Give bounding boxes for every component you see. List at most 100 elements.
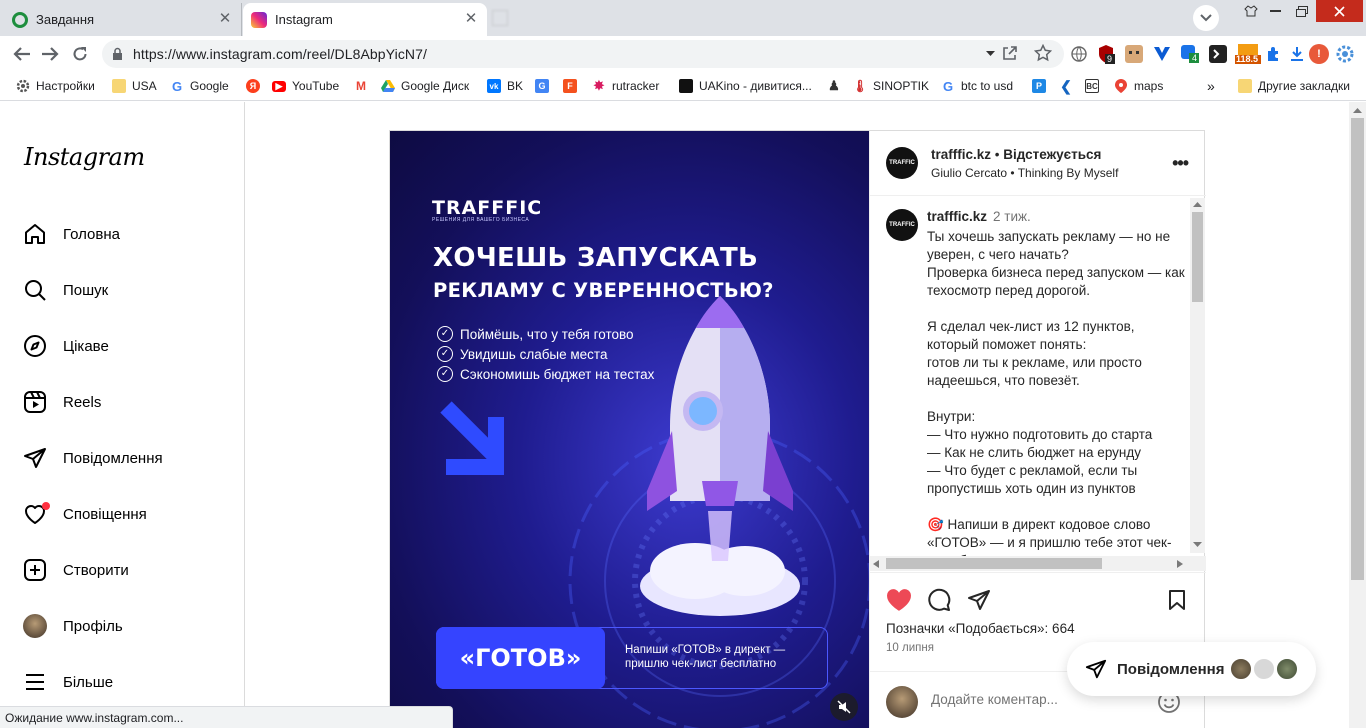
bookmark-rutracker[interactable]: ✸ rutracker: [592, 78, 660, 94]
like-heart-icon[interactable]: [886, 587, 912, 613]
caption-vertical-scrollbar[interactable]: [1190, 198, 1205, 553]
close-tab-icon[interactable]: ✕: [217, 11, 233, 27]
compass-icon: [23, 334, 47, 358]
maximize-button[interactable]: [1287, 0, 1317, 22]
likes-count[interactable]: Позначки «Подобається»: 664: [886, 621, 1075, 636]
bookmarks-more-button[interactable]: »: [1207, 78, 1215, 94]
messages-label: Повідомлення: [1117, 660, 1225, 678]
folder-icon: [1238, 79, 1252, 93]
bookmark-label: Настройки: [36, 79, 95, 93]
bookmark-google[interactable]: G Google: [170, 78, 229, 94]
bookmark-maps[interactable]: maps: [1114, 78, 1163, 94]
caption-time: 2 тиж.: [993, 209, 1031, 224]
mute-icon[interactable]: [830, 693, 858, 721]
author-avatar[interactable]: TRAFFIC: [886, 147, 918, 179]
tab-tasks[interactable]: Завдання ✕: [0, 3, 242, 36]
messenger-icon: [1085, 658, 1107, 680]
close-tab-icon[interactable]: ✕: [463, 11, 479, 27]
share-icon[interactable]: [1002, 45, 1018, 61]
comment-icon[interactable]: [926, 587, 952, 613]
bookmark-p[interactable]: P: [1032, 78, 1046, 94]
heart-icon: [23, 502, 50, 526]
save-bookmark-icon[interactable]: [1164, 587, 1190, 613]
scrollbar-thumb[interactable]: [886, 558, 1102, 569]
follow-state-button[interactable]: Відстежується: [1003, 147, 1101, 162]
more-options-icon[interactable]: •••: [1172, 153, 1189, 174]
bookmark-app[interactable]: F: [563, 78, 577, 94]
nav-notifications[interactable]: Сповіщення: [23, 500, 147, 528]
instagram-logo[interactable]: Instagram: [24, 143, 145, 171]
author-username[interactable]: trafffic.kz: [931, 147, 991, 162]
bookmark-settings[interactable]: Настройки: [16, 78, 95, 94]
bookmark-label: btc to usd: [961, 79, 1014, 93]
tab-search-chevron-down-icon[interactable]: [1193, 5, 1219, 31]
profile-update-icon[interactable]: !: [1309, 44, 1329, 64]
new-tab-button[interactable]: [492, 9, 508, 27]
nav-home[interactable]: Головна: [23, 220, 120, 248]
bookmark-star-icon[interactable]: [1034, 44, 1052, 62]
minimize-button[interactable]: [1260, 0, 1290, 22]
nav-create[interactable]: Створити: [23, 556, 129, 584]
url-text[interactable]: https://www.instagram.com/reel/DL8AbpYic…: [133, 46, 427, 62]
face-extension-icon[interactable]: [1124, 44, 1144, 64]
bookmark-youtube[interactable]: ▶ YouTube: [272, 78, 339, 94]
bookmark-chess[interactable]: ♟: [827, 78, 841, 94]
bookmark-label: USA: [132, 79, 157, 93]
yandex-shield-extension-icon[interactable]: 9: [1096, 44, 1116, 64]
sync-extension-icon[interactable]: 4: [1180, 44, 1200, 64]
bookmark-yandex[interactable]: Я: [246, 78, 260, 94]
comment-input[interactable]: Додайте коментар...: [931, 692, 1058, 707]
bookmark-vk[interactable]: vk BK: [487, 78, 523, 94]
bookmark-uakino[interactable]: UAKino - дивитися...: [679, 78, 812, 94]
nav-messages[interactable]: Повідомлення: [23, 444, 163, 472]
messages-floating-button[interactable]: Повідомлення: [1067, 642, 1316, 696]
reload-icon[interactable]: [70, 44, 90, 64]
nav-reels[interactable]: Reels: [23, 388, 101, 416]
other-bookmarks[interactable]: Другие закладки: [1238, 78, 1350, 94]
gear-icon: [16, 79, 30, 93]
nav-explore[interactable]: Цікаве: [23, 332, 109, 360]
bookmark-bc[interactable]: BC: [1085, 78, 1099, 94]
page-scrollbar[interactable]: [1349, 102, 1366, 728]
caption-horizontal-scrollbar[interactable]: [870, 556, 1206, 571]
bookmark-translate[interactable]: G: [535, 78, 549, 94]
extension-badge: 118.5: [1236, 54, 1259, 64]
vpn-extension-icon[interactable]: [1152, 44, 1172, 64]
nav-more[interactable]: Більше: [23, 668, 113, 696]
nav-search[interactable]: Пошук: [23, 276, 108, 304]
back-arrow-icon[interactable]: [12, 44, 32, 64]
chevron-double-right-icon: »: [1207, 78, 1215, 94]
scrollbar-thumb[interactable]: [1351, 118, 1364, 580]
forward-arrow-icon[interactable]: [40, 44, 60, 64]
globe-extension-icon[interactable]: [1069, 44, 1089, 64]
settings-gear-icon[interactable]: [1334, 44, 1356, 64]
bookmark-btc[interactable]: G btc to usd: [941, 78, 1013, 94]
profile-avatar: [23, 614, 47, 638]
bookmark-gmail[interactable]: M: [354, 78, 368, 94]
dropdown-arrow-icon[interactable]: [986, 51, 995, 57]
reel-video[interactable]: TRAFFFIC РЕШЕНИЯ ДЛЯ ВАШЕГО БИЗНЕСА ХОЧЕ…: [390, 131, 869, 728]
download-icon[interactable]: [1287, 44, 1307, 64]
bookmark-arrow[interactable]: ❮: [1059, 78, 1073, 94]
audio-line[interactable]: Giulio Cercato • Thinking By Myself: [931, 166, 1118, 180]
post-date: 10 липня: [886, 642, 934, 654]
check-circle-icon: ✓: [437, 346, 453, 362]
google-icon: G: [942, 78, 954, 94]
bookmark-drive[interactable]: Google Диск: [381, 78, 469, 94]
address-bar[interactable]: https://www.instagram.com/reel/DL8AbpYic…: [102, 40, 1064, 68]
caption-avatar[interactable]: TRAFFIC: [886, 209, 918, 241]
extension-badge: 4: [1192, 53, 1198, 63]
tab-instagram[interactable]: Instagram ✕: [243, 3, 487, 36]
puzzle-extensions-icon[interactable]: [1264, 44, 1284, 64]
lock-icon[interactable]: [112, 47, 123, 61]
bookmark-sinoptik[interactable]: 🌡 SINOPTIK: [852, 78, 929, 94]
nav-profile[interactable]: Профіль: [23, 612, 123, 640]
scrollbar-thumb[interactable]: [1192, 212, 1203, 302]
terminal-extension-icon[interactable]: [1208, 44, 1228, 64]
caption-username[interactable]: trafffic.kz: [927, 209, 987, 224]
nav-label: Створити: [63, 561, 129, 579]
close-window-button[interactable]: [1316, 0, 1363, 22]
share-icon[interactable]: [966, 587, 992, 613]
counter-extension-icon[interactable]: 118.5: [1234, 44, 1262, 64]
bookmark-usa[interactable]: USA: [112, 78, 157, 94]
